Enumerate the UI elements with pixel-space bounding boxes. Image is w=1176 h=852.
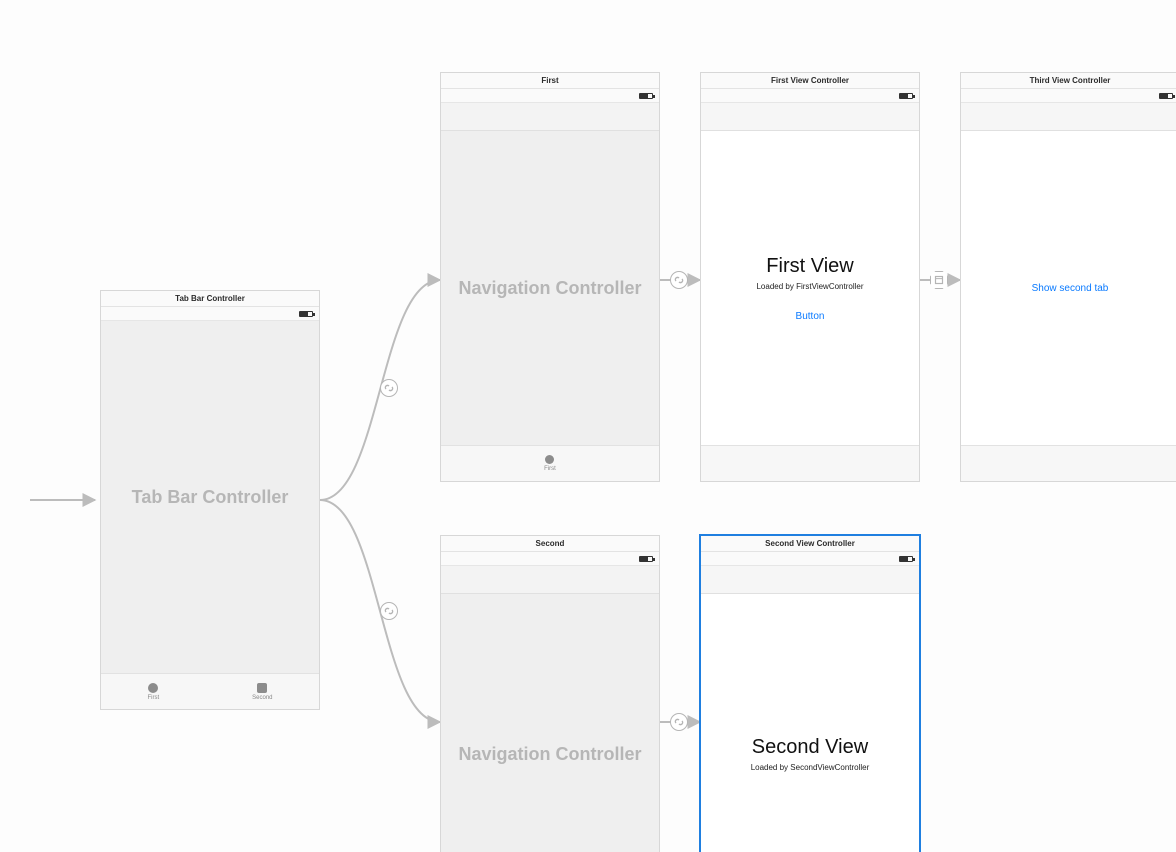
placeholder-title: Navigation Controller	[458, 744, 641, 765]
scene-title-bar: Second View Controller	[701, 536, 919, 552]
scene-body: Navigation Controller	[441, 131, 659, 445]
scene-title-bar: Third View Controller	[961, 73, 1176, 89]
battery-icon	[899, 556, 913, 562]
navigation-bar	[701, 103, 919, 131]
tab-item-second[interactable]: Second	[252, 683, 272, 701]
scene-title-bar: Second	[441, 536, 659, 552]
navigation-bar	[961, 103, 1176, 131]
storyboard-canvas[interactable]: Tab Bar Controller Tab Bar Controller Fi…	[0, 0, 1176, 852]
scene-title-label: Second View Controller	[765, 539, 855, 548]
status-bar	[961, 89, 1176, 103]
battery-icon	[299, 311, 313, 317]
root-vc-segue-icon[interactable]	[670, 271, 688, 289]
tab-label: Second	[252, 695, 272, 701]
tab-bar-placeholder	[701, 445, 919, 481]
placeholder-title: Tab Bar Controller	[132, 487, 289, 508]
show-segue-icon[interactable]	[930, 271, 948, 289]
circle-icon	[148, 683, 158, 693]
scene-body: Show second tab	[961, 131, 1176, 445]
circle-icon	[545, 455, 554, 464]
tab-item-first[interactable]: First	[544, 455, 556, 472]
root-vc-segue-icon[interactable]	[670, 713, 688, 731]
status-bar	[441, 89, 659, 103]
navigation-bar	[701, 566, 919, 594]
navigation-bar	[441, 103, 659, 131]
navigation-bar	[441, 566, 659, 594]
square-icon	[257, 683, 267, 693]
scene-title-bar: Tab Bar Controller	[101, 291, 319, 307]
view-title: Second View	[752, 736, 868, 759]
scene-title-bar: First	[441, 73, 659, 89]
tab-bar-placeholder	[961, 445, 1176, 481]
tab-bar: First	[441, 445, 659, 481]
button[interactable]: Button	[796, 311, 825, 322]
relationship-segue-icon[interactable]	[380, 602, 398, 620]
tab-item-first[interactable]: First	[147, 683, 159, 701]
placeholder-title: Navigation Controller	[458, 278, 641, 299]
scene-title-label: First	[541, 76, 558, 85]
status-bar	[441, 552, 659, 566]
scene-tab-bar-controller[interactable]: Tab Bar Controller Tab Bar Controller Fi…	[100, 290, 320, 710]
status-bar	[101, 307, 319, 321]
scene-title-bar: First View Controller	[701, 73, 919, 89]
battery-icon	[639, 93, 653, 99]
scene-first-view-controller[interactable]: First View Controller First View Loaded …	[700, 72, 920, 482]
scene-body: Navigation Controller	[441, 594, 659, 852]
battery-icon	[899, 93, 913, 99]
scene-navigation-controller-second[interactable]: Second Navigation Controller	[440, 535, 660, 852]
relationship-segue-icon[interactable]	[380, 379, 398, 397]
scene-third-view-controller[interactable]: Third View Controller Show second tab	[960, 72, 1176, 482]
view-subtitle: Loaded by SecondViewController	[751, 763, 870, 772]
tab-bar: First Second	[101, 673, 319, 709]
scene-title-label: Tab Bar Controller	[175, 294, 245, 303]
scene-body: Second View Loaded by SecondViewControll…	[701, 594, 919, 852]
scene-title-label: First View Controller	[771, 76, 849, 85]
scene-second-view-controller[interactable]: Second View Controller Second View Loade…	[700, 535, 920, 852]
status-bar	[701, 89, 919, 103]
view-title: First View	[766, 255, 853, 278]
view-subtitle: Loaded by FirstViewController	[756, 282, 863, 291]
scene-navigation-controller-first[interactable]: First Navigation Controller First	[440, 72, 660, 482]
tab-label: First	[147, 695, 159, 701]
show-second-tab-button[interactable]: Show second tab	[1032, 283, 1109, 294]
status-bar	[701, 552, 919, 566]
scene-body: First View Loaded by FirstViewController…	[701, 131, 919, 445]
battery-icon	[639, 556, 653, 562]
scene-body: Tab Bar Controller	[101, 321, 319, 673]
scene-title-label: Third View Controller	[1030, 76, 1111, 85]
tab-label: First	[544, 466, 556, 472]
battery-icon	[1159, 93, 1173, 99]
scene-title-label: Second	[536, 539, 565, 548]
